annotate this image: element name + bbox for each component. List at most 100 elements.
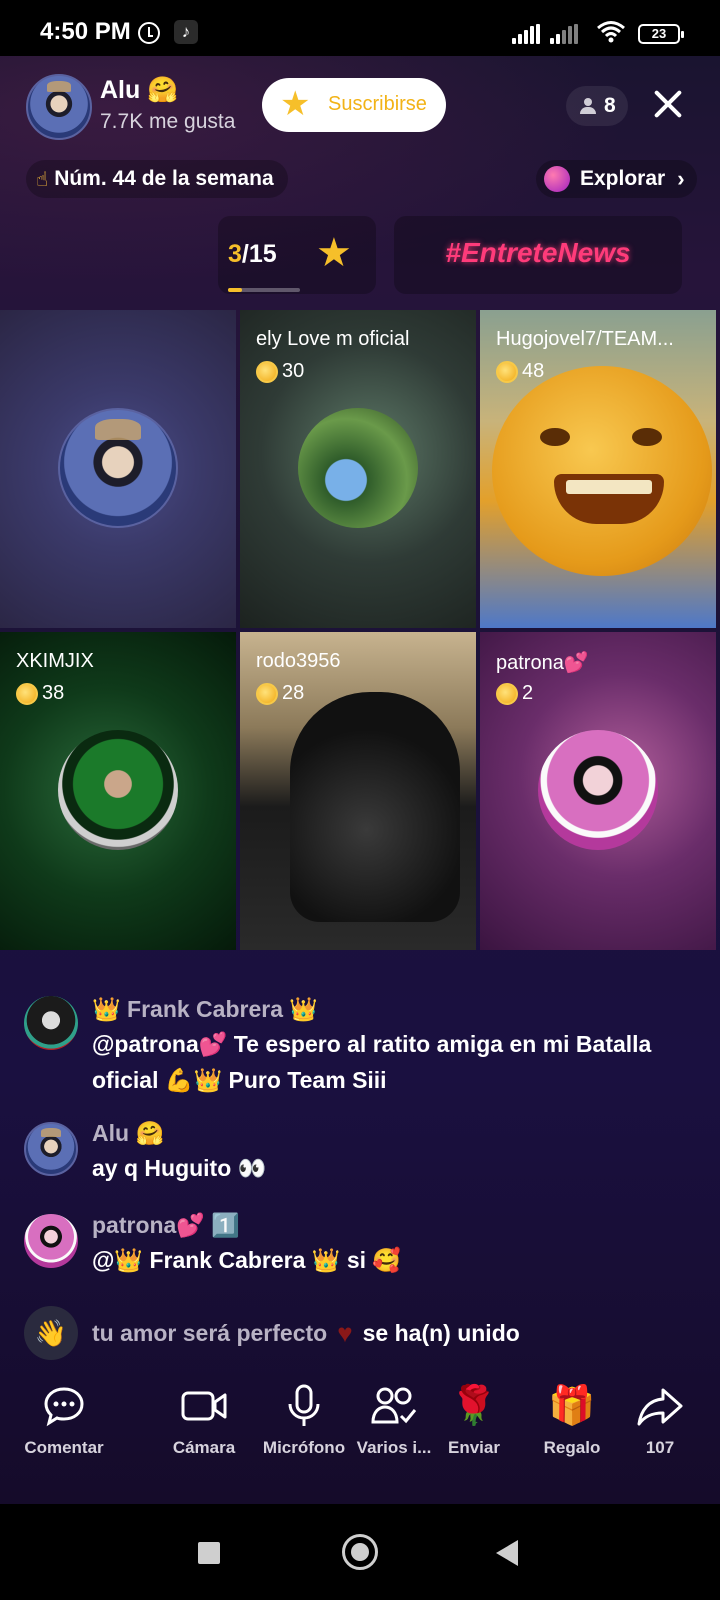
guest-name: patrona💕 (496, 652, 589, 674)
chat-text: @patrona💕 Te espero al ratito amiga en m… (92, 1031, 652, 1093)
camera-icon (154, 1382, 254, 1430)
wifi-icon (597, 21, 625, 43)
goal-progress-bar (228, 288, 300, 292)
heart-icon: ♥ (337, 1317, 353, 1348)
guest-avatar (298, 408, 418, 528)
goal-counter: 3/15 (228, 240, 277, 269)
microphone-label: Micrófono (262, 1438, 346, 1457)
guest-avatar (58, 730, 178, 850)
share-icon (610, 1382, 710, 1430)
gift-label: Regalo (543, 1438, 601, 1457)
subscribe-label: Suscribirse (328, 93, 427, 115)
guest-coin-count: 30 (282, 360, 305, 382)
guest-tile[interactable]: XKIMJIX 38 (0, 632, 236, 950)
star-icon: ★ (316, 231, 352, 275)
person-icon (580, 98, 596, 114)
signal-icon (550, 24, 578, 44)
joined-action: se ha(n) unido (362, 1319, 520, 1346)
guest-coin-count: 38 (42, 682, 65, 704)
chat-username: 👑 Frank Cabrera 👑 (92, 996, 319, 1022)
coin-icon (496, 360, 518, 383)
guest-avatar (58, 408, 178, 528)
weekly-rank-text: Núm. 44 de la semana (54, 167, 274, 190)
weekly-rank-badge[interactable]: ☝ Núm. 44 de la semana (26, 160, 288, 198)
live-room: Alu 🤗 7.7K me gusta ★ Suscribirse 8 ☝ Nú… (0, 56, 720, 1504)
signal-icon (512, 24, 540, 44)
guest-coin-count: 48 (522, 360, 545, 382)
viewer-count-button[interactable]: 8 (566, 86, 628, 126)
alarm-icon (138, 22, 160, 44)
goal-progress-fill (228, 288, 243, 292)
battery-icon: 23 (638, 24, 684, 44)
send-rose-button[interactable]: 🌹 Enviar (424, 1382, 524, 1458)
chat-text: ay q Huguito 👀 (92, 1155, 267, 1181)
guest-coins: 28 (256, 682, 304, 705)
microphone-icon (254, 1382, 354, 1430)
guest-grid: ely Love m oficial 30 Hugojovel7/TEAM...… (0, 310, 720, 952)
recents-icon[interactable] (198, 1542, 220, 1564)
guest-coins: 38 (16, 682, 64, 705)
back-icon[interactable] (496, 1540, 518, 1566)
guest-coins: 30 (256, 360, 304, 383)
camera-button[interactable]: Cámara (154, 1382, 254, 1458)
gift-button[interactable]: 🎁 Regalo (522, 1382, 622, 1458)
coin-icon (256, 360, 278, 383)
guest-video (492, 366, 712, 576)
guest-name: XKIMJIX (16, 650, 94, 672)
goal-total: /15 (241, 240, 277, 268)
chat-username: patrona💕 1️⃣ (92, 1212, 241, 1238)
status-bar: 4:50 PM ♪ 23 (0, 0, 720, 56)
chat-text: @👑 Frank Cabrera 👑 si 🥰 (92, 1247, 402, 1273)
avatar[interactable] (24, 996, 78, 1050)
wave-icon: 👋 (24, 1306, 78, 1360)
guest-tile[interactable]: Hugojovel7/TEAM... 48 (480, 310, 716, 628)
tiktok-icon: ♪ (174, 20, 198, 44)
share-button[interactable]: 107 (610, 1382, 710, 1458)
host-name[interactable]: Alu 🤗 (100, 76, 178, 105)
bottom-toolbar: Comentar Cámara Micrófono Varios i... 🌹 … (0, 1382, 720, 1482)
share-count: 107 (645, 1438, 675, 1457)
guest-tile[interactable] (0, 310, 236, 628)
guest-coin-count: 28 (282, 682, 305, 704)
comment-button[interactable]: Comentar (14, 1382, 114, 1458)
gift-icon: 🎁 (548, 1385, 596, 1427)
guest-video (290, 692, 460, 922)
host-avatar[interactable] (26, 74, 92, 140)
guest-tile[interactable]: ely Love m oficial 30 (240, 310, 476, 628)
goal-current: 3 (228, 240, 242, 268)
host-likes: 7.7K me gusta (100, 110, 236, 133)
system-nav-bar (0, 1504, 720, 1600)
hashtag-banner[interactable]: #EntreteNews (394, 216, 682, 294)
avatar[interactable] (24, 1122, 78, 1176)
avatar[interactable] (24, 1214, 78, 1268)
guest-coin-count: 2 (522, 682, 534, 704)
joined-username: tu amor será perfecto (92, 1319, 328, 1346)
viewer-count: 8 (604, 94, 616, 117)
home-icon[interactable] (342, 1534, 378, 1570)
subscribe-button[interactable]: ★ Suscribirse (262, 78, 446, 132)
rose-icon: 🌹 (450, 1385, 498, 1427)
guest-name: Hugojovel7/TEAM... (496, 328, 674, 350)
coin-icon (496, 682, 518, 705)
join-notice: 👋 tu amor será perfecto ♥ se ha(n) unido (24, 1306, 520, 1360)
guest-coins: 48 (496, 360, 544, 383)
star-icon: ★ (280, 85, 311, 123)
close-icon[interactable] (648, 84, 688, 124)
guest-name: ely Love m oficial (256, 328, 410, 350)
explore-button[interactable]: Explorar › (536, 160, 697, 198)
guest-name: rodo3956 (256, 650, 341, 672)
guest-coins: 2 (496, 682, 533, 705)
camera-label: Cámara (172, 1438, 236, 1457)
planet-icon (544, 166, 570, 192)
status-time: 4:50 PM (40, 18, 131, 45)
guest-avatar (538, 730, 658, 850)
comment-icon (14, 1382, 114, 1430)
chat-username: Alu 🤗 (92, 1120, 165, 1146)
microphone-button[interactable]: Micrófono (254, 1382, 354, 1458)
goal-card[interactable]: 3/15 ★ (218, 216, 376, 294)
coin-icon (16, 682, 38, 705)
guest-tile[interactable]: rodo3956 28 (240, 632, 476, 950)
send-label: Enviar (448, 1438, 500, 1457)
hand-icon: ☝ (36, 168, 49, 191)
guest-tile[interactable]: patrona💕 2 (480, 632, 716, 950)
